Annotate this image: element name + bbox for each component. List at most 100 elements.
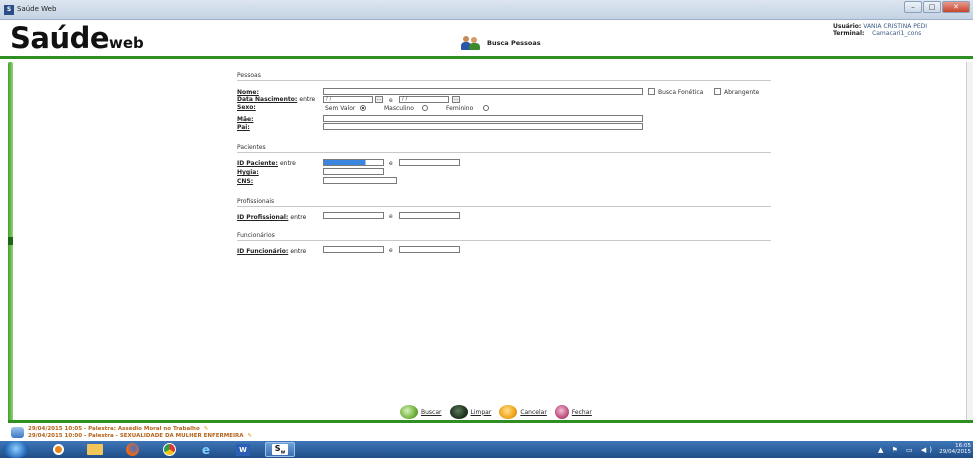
abrangente-label: Abrangente [724, 89, 760, 96]
abrangente-checkbox[interactable] [714, 88, 721, 95]
user-label: Usuário: [833, 23, 862, 30]
data-nascimento-end-input[interactable]: / / [399, 96, 449, 103]
id-paciente-start-input[interactable] [323, 159, 384, 166]
close-circle-icon [554, 405, 569, 419]
buscar-button[interactable]: Buscar [400, 405, 442, 419]
id-paciente-end-input[interactable] [399, 159, 460, 166]
news-item[interactable]: 29/04/2015 10:05 - Palestra: Assédio Mor… [28, 426, 208, 432]
clock-date: 29/04/2015 [939, 449, 971, 455]
id-funcionario-label: ID Funcionário: entre [237, 248, 307, 255]
busca-fonetica-label: Busca Fonética [658, 89, 704, 96]
data-nascimento-label: Data Nascimento: entre [237, 96, 316, 103]
section-divider [237, 80, 771, 81]
nome-input[interactable] [323, 88, 643, 95]
pai-input[interactable] [323, 123, 643, 130]
minimize-button[interactable]: – [904, 1, 922, 13]
mae-label: Mãe: [237, 116, 254, 123]
section-divider [237, 206, 771, 207]
hygia-input[interactable] [323, 168, 384, 175]
cancelar-label: Cancelar [520, 408, 547, 416]
sexo-option-masculino: Masculino [384, 105, 414, 112]
page-heading: Busca Pessoas [461, 36, 541, 50]
id-paciente-separator: e [389, 160, 393, 167]
window-controls: – □ ✕ [904, 1, 970, 13]
scrollbar[interactable] [966, 62, 973, 423]
section-pacientes-title: Pacientes [237, 144, 266, 151]
saude-web-taskbar-item[interactable]: Sw [265, 442, 295, 457]
app-logo: Saúdeweb [10, 21, 144, 55]
chrome-icon[interactable] [154, 442, 184, 457]
sexo-label: Sexo: [237, 104, 256, 111]
header-divider [0, 56, 973, 59]
terminal-value: Camacari1_cons [872, 30, 922, 37]
sexo-option-sem-valor: Sem Valor [325, 105, 356, 112]
calendar-end-button[interactable]: … [452, 96, 460, 103]
sexo-sem-valor-radio[interactable] [360, 105, 366, 111]
fechar-button[interactable]: Fechar [554, 405, 592, 419]
page-title: Busca Pessoas [487, 39, 541, 47]
section-divider [237, 152, 771, 153]
busca-fonetica-checkbox[interactable] [648, 88, 655, 95]
hygia-label: Hygia: [237, 169, 259, 176]
id-funcionario-start-input[interactable] [323, 246, 384, 253]
id-funcionario-end-input[interactable] [399, 246, 460, 253]
cns-label: CNS: [237, 178, 254, 185]
tray-icons[interactable]: ▲ ⚑ ▭ ◀) [878, 446, 935, 454]
terminal-label: Terminal: [833, 30, 865, 37]
internet-explorer-icon[interactable]: e [191, 442, 221, 457]
app-header: Saúdeweb Busca Pessoas Usuário: VANIA CR… [0, 20, 973, 57]
left-panel-frame [8, 62, 13, 423]
folder-icon[interactable] [80, 442, 110, 457]
sexo-masculino-radio[interactable] [422, 105, 428, 111]
pencil-icon: ✎ [247, 433, 253, 439]
section-profissionais-title: Profissionais [237, 198, 275, 205]
fechar-label: Fechar [571, 408, 592, 416]
news-item[interactable]: 29/04/2015 10:00 - Palestra - SEXUALIDAD… [28, 433, 252, 439]
undo-icon [499, 405, 518, 419]
data-nascimento-start-input[interactable]: / / [323, 96, 373, 103]
calendar-start-button[interactable]: … [375, 96, 383, 103]
people-icon [461, 36, 481, 50]
section-funcionarios-title: Funcionários [237, 232, 275, 239]
panel-grip[interactable] [8, 237, 13, 245]
logo-suffix: web [109, 34, 144, 52]
news-ticker: 29/04/2015 10:05 - Palestra: Assédio Mor… [0, 423, 973, 441]
buscar-label: Buscar [421, 408, 442, 416]
action-bar: Buscar Limpar Cancelar Fechar [400, 405, 600, 419]
sexo-option-feminino: Feminino [446, 105, 474, 112]
pencil-icon: ✎ [203, 426, 209, 432]
binoculars-icon [400, 405, 418, 419]
clear-icon [449, 405, 468, 419]
clock[interactable]: 16:05 29/04/2015 [939, 443, 971, 455]
mae-input[interactable] [323, 115, 643, 122]
date-range-separator: e [389, 97, 393, 104]
limpar-button[interactable]: Limpar [449, 405, 491, 419]
id-profissional-label: ID Profissional: entre [237, 214, 307, 221]
section-divider [237, 240, 771, 241]
section-pessoas-title: Pessoas [237, 72, 261, 79]
nome-label: Nome: [237, 89, 259, 96]
id-profissional-separator: e [389, 213, 393, 220]
cns-input[interactable] [323, 177, 397, 184]
firefox-icon[interactable] [117, 442, 147, 457]
id-profissional-start-input[interactable] [323, 212, 384, 219]
app-icon: S [4, 5, 14, 15]
cancelar-button[interactable]: Cancelar [499, 405, 547, 419]
close-button[interactable]: ✕ [942, 1, 970, 13]
user-value: VANIA CRISTINA PEDI [863, 23, 927, 30]
id-paciente-label: ID Paciente: entre [237, 160, 296, 167]
media-player-icon[interactable] [43, 442, 73, 457]
id-profissional-end-input[interactable] [399, 212, 460, 219]
pai-label: Pai: [237, 124, 250, 131]
word-icon[interactable]: W [228, 442, 258, 457]
taskbar: e W Sw ▲ ⚑ ▭ ◀) 16:05 29/04/2015 [0, 441, 973, 458]
start-button[interactable] [3, 441, 29, 458]
window-title-bar: S Saúde Web – □ ✕ [0, 0, 973, 20]
window-title: Saúde Web [17, 5, 57, 13]
user-info: Usuário: VANIA CRISTINA PEDI Terminal: C… [833, 23, 973, 37]
sexo-feminino-radio[interactable] [483, 105, 489, 111]
news-icon [11, 427, 24, 438]
logo-text: Saúde [10, 21, 110, 55]
id-funcionario-separator: e [389, 247, 393, 254]
maximize-button[interactable]: □ [923, 1, 941, 13]
